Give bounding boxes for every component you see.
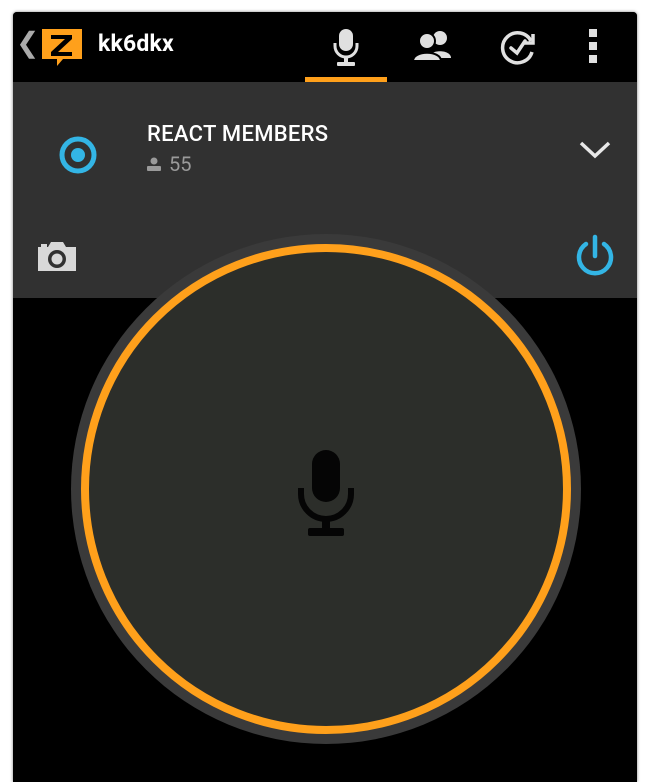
chevron-down-icon[interactable] xyxy=(578,139,612,161)
zello-logo-icon[interactable] xyxy=(39,26,85,68)
channel-user-count: 55 xyxy=(147,152,191,176)
camera-icon[interactable] xyxy=(36,239,78,273)
contacts-icon xyxy=(411,31,451,62)
tab-contacts[interactable] xyxy=(398,20,468,80)
microphone-icon xyxy=(298,450,354,536)
user-icon xyxy=(147,157,161,171)
tab-history[interactable] xyxy=(483,20,553,80)
action-bar: ❮ kk6dkx xyxy=(13,12,637,82)
app-screen: ❮ kk6dkx REACT MEMBERS 55 xyxy=(13,12,637,782)
history-icon xyxy=(500,31,535,65)
user-count-value: 55 xyxy=(169,152,192,176)
tab-talk[interactable] xyxy=(311,20,381,80)
back-chevron-icon[interactable]: ❮ xyxy=(16,26,39,60)
overflow-menu-icon xyxy=(589,29,597,63)
channel-status-icon xyxy=(59,136,97,174)
power-icon[interactable] xyxy=(573,234,617,280)
tab-menu[interactable] xyxy=(558,20,628,80)
app-title: kk6dkx xyxy=(98,30,174,57)
microphone-icon xyxy=(333,29,359,66)
channel-name: REACT MEMBERS xyxy=(147,122,329,147)
